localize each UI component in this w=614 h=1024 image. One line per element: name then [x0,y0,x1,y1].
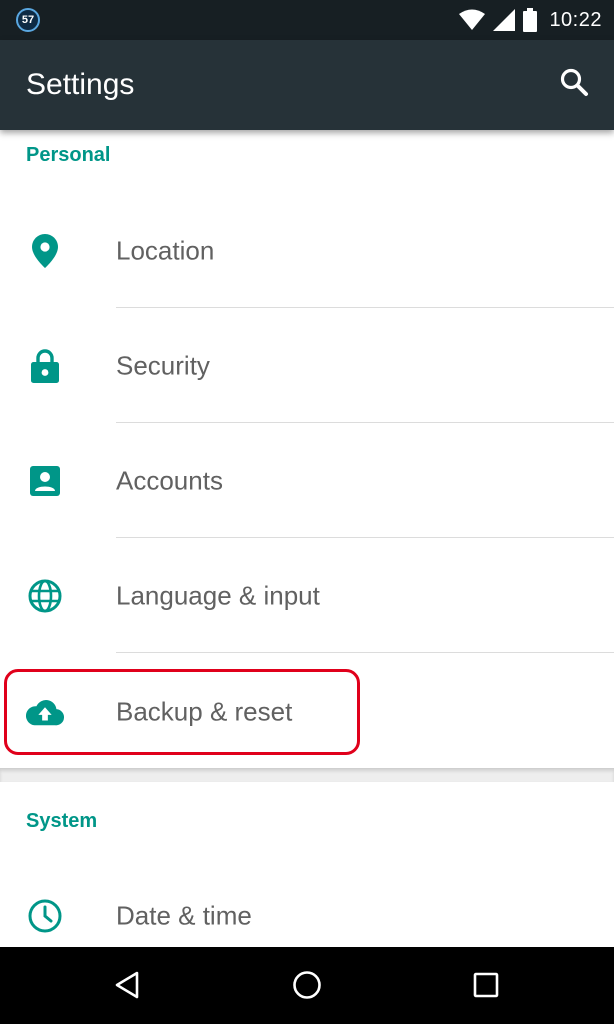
settings-item-label: Date & time [116,900,252,930]
section-divider [0,768,614,782]
status-icons: 10:22 [459,0,602,40]
home-button[interactable] [287,967,327,1007]
page-title: Settings [26,68,135,101]
clock: 10:22 [549,8,602,31]
recents-icon [473,972,499,1003]
recents-button[interactable] [466,967,506,1007]
clock-icon [26,897,64,935]
navigation-bar [0,947,614,1024]
settings-item-location[interactable]: Location [0,193,614,308]
divider [116,652,614,653]
back-button[interactable] [107,967,147,1007]
lock-icon [26,347,64,385]
wifi-icon [459,9,486,31]
notification-count: 57 [21,14,35,26]
search-icon [559,67,589,102]
settings-item-language-input[interactable]: Language & input [0,538,614,653]
back-icon [113,971,141,1004]
globe-icon [26,577,64,615]
status-bar: 57 10:22 [0,0,614,40]
home-icon [292,970,322,1005]
settings-item-accounts[interactable]: Accounts [0,423,614,538]
settings-item-label: Language & input [116,580,320,610]
section-header-personal: Personal [26,144,111,166]
highlight-box [4,669,360,755]
app-bar: Settings [0,40,614,130]
settings-item-label: Location [116,235,215,265]
battery-icon [523,8,538,32]
search-button[interactable] [556,66,592,102]
section-header-system: System [26,810,98,832]
signal-icon [493,9,516,31]
account-box-icon [26,462,64,500]
settings-item-label: Security [116,350,210,380]
settings-item-security[interactable]: Security [0,308,614,423]
notification-badge: 57 [16,8,40,32]
location-pin-icon [26,232,64,270]
settings-item-label: Accounts [116,465,223,495]
